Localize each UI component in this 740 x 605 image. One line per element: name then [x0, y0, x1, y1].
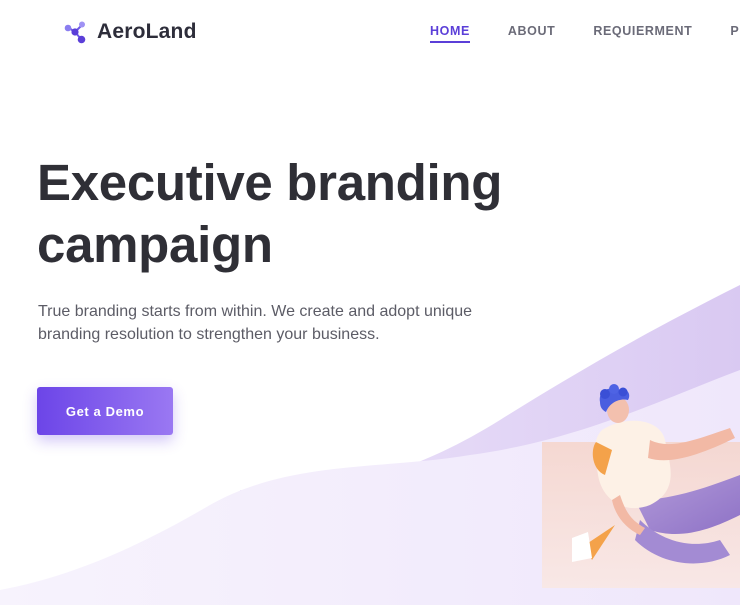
- nav-pricing[interactable]: PRI: [730, 24, 740, 43]
- site-header: AeroLand HOME ABOUT REQUIERMENT PRI: [0, 0, 740, 64]
- nav-requirement[interactable]: REQUIERMENT: [593, 24, 692, 43]
- illustration-hair-curl-3: [618, 387, 628, 397]
- brand-name: AeroLand: [97, 20, 197, 43]
- main-nav: HOME ABOUT REQUIERMENT PRI: [430, 24, 740, 43]
- person-running-illustration: [542, 384, 740, 588]
- brand[interactable]: AeroLand: [62, 19, 197, 45]
- nav-about[interactable]: ABOUT: [508, 24, 555, 43]
- get-demo-button[interactable]: Get a Demo: [37, 387, 173, 435]
- illustration-hair-curl-2: [609, 384, 619, 394]
- molecule-logo-icon: [64, 21, 86, 44]
- nav-home[interactable]: HOME: [430, 24, 470, 43]
- hero-title: Executive branding campaign: [37, 154, 503, 273]
- hero-subtitle: True branding starts from within. We cre…: [38, 303, 473, 343]
- illustration-hair-curl-1: [600, 389, 610, 399]
